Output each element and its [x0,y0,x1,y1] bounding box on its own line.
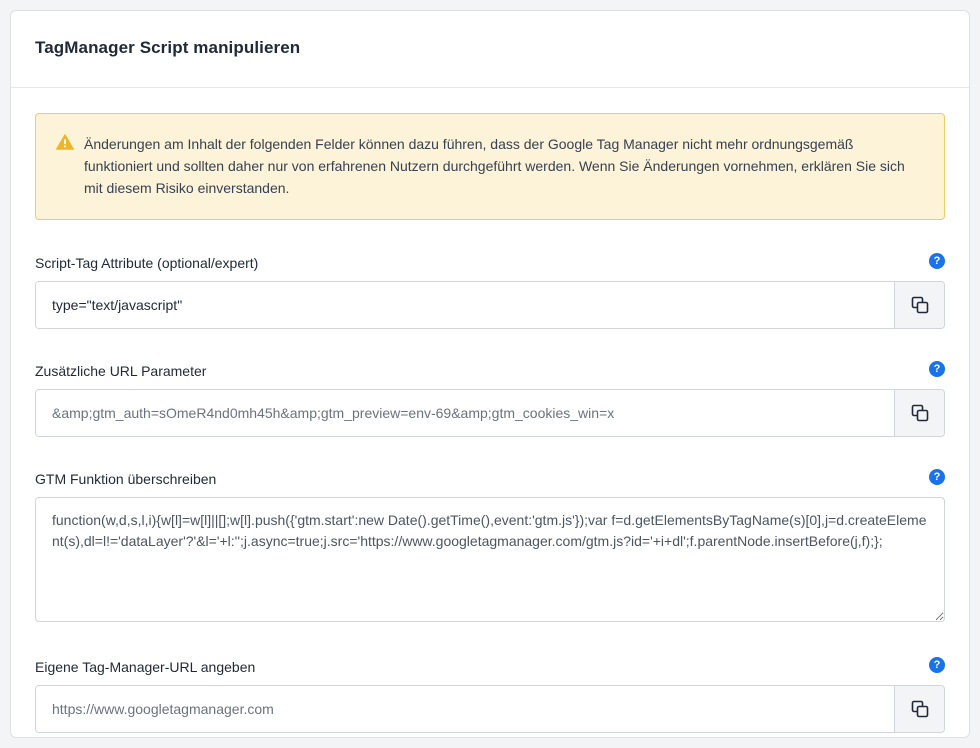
copy-button[interactable] [894,390,944,436]
url-params-field: Zusätzliche URL Parameter ? [35,361,945,437]
copy-button[interactable] [894,686,944,732]
copy-icon [911,404,928,422]
help-icon[interactable]: ? [929,253,945,269]
help-icon[interactable]: ? [929,657,945,673]
warning-icon [56,134,74,150]
script-attrs-field: Script-Tag Attribute (optional/expert) ? [35,253,945,329]
url-params-input[interactable] [36,390,894,436]
warning-text: Änderungen am Inhalt der folgenden Felde… [84,136,905,196]
script-attrs-group [35,281,945,329]
script-attrs-input[interactable] [36,282,894,328]
page-title: TagManager Script manipulieren [35,38,301,57]
settings-card: TagManager Script manipulieren Änderunge… [10,10,970,738]
card-header: TagManager Script manipulieren [11,11,969,88]
gtm-function-label: GTM Funktion überschreiben [35,471,217,487]
gtm-function-textarea[interactable]: function(w,d,s,l,i){w[l]=w[l]||[];w[l].p… [35,497,945,622]
custom-url-field: Eigene Tag-Manager-URL angeben ? [35,657,945,733]
help-icon[interactable]: ? [929,469,945,485]
copy-button[interactable] [894,282,944,328]
card-body: Änderungen am Inhalt der folgenden Felde… [11,88,969,733]
custom-url-label: Eigene Tag-Manager-URL angeben [35,659,256,675]
custom-url-group [35,685,945,733]
copy-icon [911,700,928,718]
warning-alert: Änderungen am Inhalt der folgenden Felde… [35,113,945,220]
help-icon[interactable]: ? [929,361,945,377]
custom-url-input[interactable] [36,686,894,732]
url-params-label: Zusätzliche URL Parameter [35,363,207,379]
copy-icon [911,296,928,314]
url-params-group [35,389,945,437]
gtm-function-field: GTM Funktion überschreiben ? function(w,… [35,469,945,627]
script-attrs-label: Script-Tag Attribute (optional/expert) [35,255,259,271]
